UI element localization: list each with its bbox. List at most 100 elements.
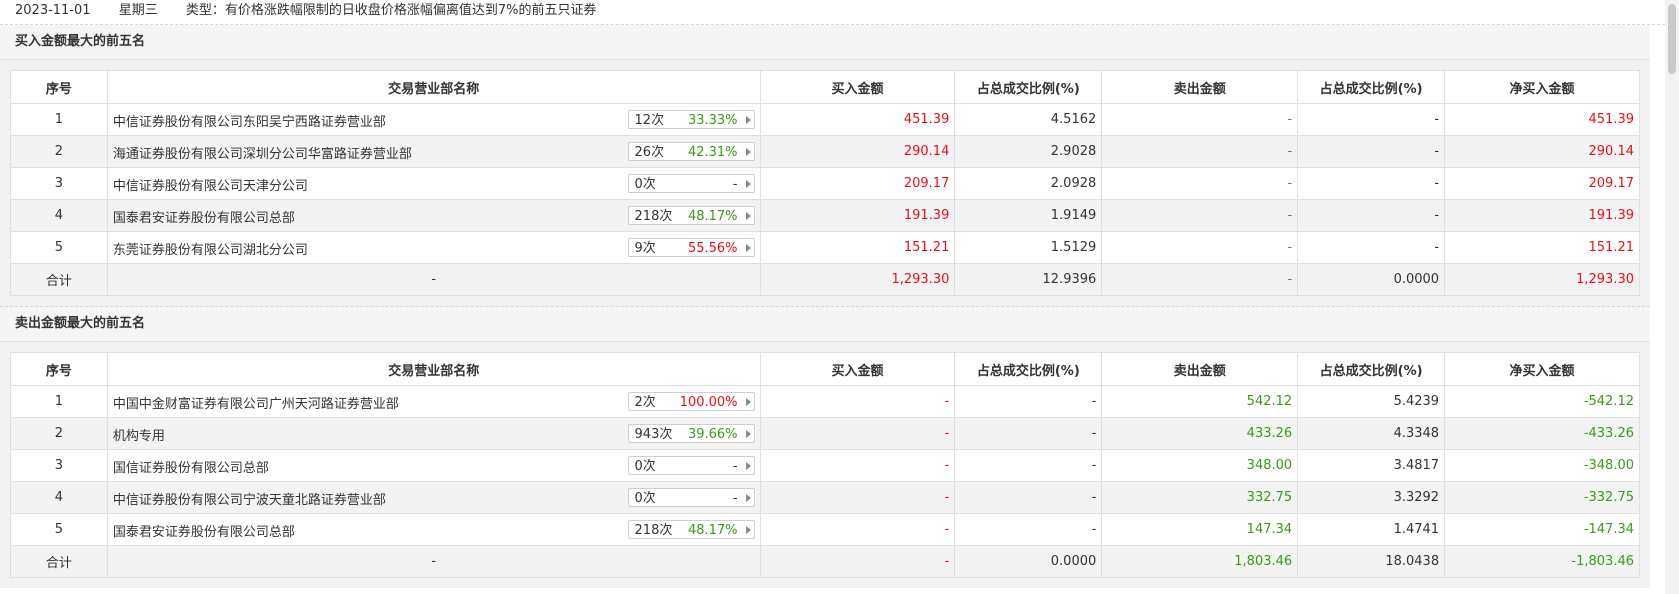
rank-cell: 1 [10, 385, 108, 418]
buy-ratio-cell: 2.9028 [954, 135, 1103, 168]
total-branch-cell: - [106, 545, 761, 578]
branch-cell: 国信证券股份有限公司总部 0次 - [106, 449, 761, 482]
history-rate: 55.56% [687, 241, 738, 256]
buy-ratio-cell: 1.9149 [954, 199, 1103, 232]
rank-cell: 1 [10, 103, 108, 136]
branch-history-dropdown[interactable]: 218次 48.17% [627, 520, 755, 539]
rank-cell: 2 [10, 135, 108, 168]
branch-cell: 海通证券股份有限公司深圳分公司华富路证券营业部 26次 42.31% [106, 135, 761, 168]
net-buy-cell: -348.00 [1444, 449, 1640, 482]
total-sell-amount: 1,803.46 [1101, 545, 1299, 578]
branch-history-dropdown[interactable]: 0次 - [627, 488, 755, 507]
buy-ratio-cell: 4.5162 [954, 103, 1103, 136]
buy-amount-cell: 290.14 [759, 135, 956, 168]
total-net-buy: -1,803.46 [1444, 545, 1640, 578]
total-label: 合计 [10, 263, 108, 296]
sell-ratio-cell: 3.4817 [1297, 449, 1446, 482]
rank-cell: 2 [10, 417, 108, 450]
history-count: 26次 [634, 145, 665, 160]
chevron-right-icon [745, 148, 751, 156]
branch-history-dropdown[interactable]: 943次 39.66% [627, 424, 755, 443]
total-row: 合计 - -0.0000 1,803.46 18.0438 -1,803.46 [10, 545, 1640, 578]
branch-cell: 中国中金财富证券有限公司广州天河路证券营业部 2次 100.00% [106, 385, 761, 418]
scrollbar-thumb[interactable] [1668, 4, 1676, 74]
history-count: 0次 [634, 177, 656, 192]
sell-section-title: 卖出金额最大的前五名 [0, 307, 1650, 342]
buy-ratio-cell: 2.0928 [954, 167, 1103, 200]
branch-cell: 国泰君安证券股份有限公司总部 218次 48.17% [106, 199, 761, 232]
sell-amount-cell: - [1101, 231, 1299, 264]
branch-name: 国信证券股份有限公司总部 [112, 461, 269, 476]
col-header-buy: 买入金额 [759, 352, 956, 386]
col-header-branch: 交易营业部名称 [106, 70, 761, 104]
net-buy-cell: -433.26 [1444, 417, 1640, 450]
table-row: 4 中信证券股份有限公司宁波天童北路证券营业部 0次 - - -332.75 3.3292-… [10, 481, 1640, 514]
branch-cell: 东莞证券股份有限公司湖北分公司 9次 55.56% [106, 231, 761, 264]
branch-name: 中信证券股份有限公司天津分公司 [112, 179, 308, 194]
branch-name: 东莞证券股份有限公司湖北分公司 [112, 243, 308, 258]
branch-history-dropdown[interactable]: 12次 33.33% [627, 110, 755, 129]
total-sell-ratio: 0.0000 [1297, 263, 1446, 296]
rank-cell: 3 [10, 449, 108, 482]
history-rate: 48.17% [687, 523, 738, 538]
total-sell-amount: - [1101, 263, 1299, 296]
branch-history-dropdown[interactable]: 26次 42.31% [627, 142, 755, 161]
rank-cell: 4 [10, 199, 108, 232]
rank-cell: 5 [10, 231, 108, 264]
table-row: 1 中国中金财富证券有限公司广州天河路证券营业部 2次 100.00% - -542.12… [10, 385, 1640, 418]
buy-ratio-cell: - [954, 417, 1103, 450]
buy-amount-cell: - [759, 481, 956, 514]
date-label: 2023-11-01 [15, 3, 91, 18]
chevron-right-icon [745, 494, 751, 502]
history-rate: - [732, 459, 738, 474]
branch-history-dropdown[interactable]: 0次 - [627, 174, 755, 193]
net-buy-cell: -542.12 [1444, 385, 1640, 418]
sell-amount-cell: 332.75 [1101, 481, 1299, 514]
col-header-sell: 卖出金额 [1101, 70, 1299, 104]
branch-cell: 国泰君安证券股份有限公司总部 218次 48.17% [106, 513, 761, 546]
sell-top5-table: 序号 交易营业部名称 买入金额 占总成交比例(%) 卖出金额 占总成交比例(%)… [10, 352, 1640, 578]
table-header-row: 序号 交易营业部名称 买入金额 占总成交比例(%) 卖出金额 占总成交比例(%)… [10, 70, 1640, 104]
buy-amount-cell: - [759, 417, 956, 450]
rank-cell: 5 [10, 513, 108, 546]
branch-history-dropdown[interactable]: 2次 100.00% [627, 392, 755, 411]
chevron-right-icon [745, 430, 751, 438]
buy-amount-cell: 191.39 [759, 199, 956, 232]
history-count: 0次 [634, 491, 656, 506]
branch-history-dropdown[interactable]: 9次 55.56% [627, 238, 755, 257]
buy-amount-cell: - [759, 385, 956, 418]
buy-top5-table: 序号 交易营业部名称 买入金额 占总成交比例(%) 卖出金额 占总成交比例(%)… [10, 70, 1640, 296]
sell-top5-section: 卖出金额最大的前五名 序号 交易营业部名称 买入金额 占总成交比例(%) 卖出金… [0, 306, 1650, 588]
vertical-scrollbar[interactable] [1665, 0, 1679, 594]
chevron-right-icon [745, 398, 751, 406]
branch-history-dropdown[interactable]: 218次 48.17% [627, 206, 755, 225]
chevron-right-icon [745, 462, 751, 470]
total-buy-ratio: 12.9396 [954, 263, 1103, 296]
table-row: 5 国泰君安证券股份有限公司总部 218次 48.17% - -147.34 1.4741-… [10, 513, 1640, 546]
buy-ratio-cell: 1.5129 [954, 231, 1103, 264]
buy-amount-cell: 209.17 [759, 167, 956, 200]
rank-cell: 3 [10, 167, 108, 200]
sell-ratio-cell: 4.3348 [1297, 417, 1446, 450]
sell-ratio-cell: - [1297, 167, 1446, 200]
history-rate: 39.66% [687, 427, 738, 442]
buy-amount-cell: 451.39 [759, 103, 956, 136]
net-buy-cell: -332.75 [1444, 481, 1640, 514]
sell-ratio-cell: - [1297, 199, 1446, 232]
branch-history-dropdown[interactable]: 0次 - [627, 456, 755, 475]
sell-ratio-cell: 1.4741 [1297, 513, 1446, 546]
total-sell-ratio: 18.0438 [1297, 545, 1446, 578]
sell-amount-cell: - [1101, 103, 1299, 136]
history-rate: 33.33% [687, 113, 738, 128]
table-row: 2 海通证券股份有限公司深圳分公司华富路证券营业部 26次 42.31% 290.14 2… [10, 135, 1640, 168]
total-label: 合计 [10, 545, 108, 578]
history-rate: 42.31% [687, 145, 738, 160]
sell-amount-cell: 348.00 [1101, 449, 1299, 482]
branch-name: 国泰君安证券股份有限公司总部 [112, 211, 295, 226]
sell-ratio-cell: 5.4239 [1297, 385, 1446, 418]
table-header-row: 序号 交易营业部名称 买入金额 占总成交比例(%) 卖出金额 占总成交比例(%)… [10, 352, 1640, 386]
table-row: 2 机构专用 943次 39.66% - -433.26 4.3348 -433.26 [10, 417, 1640, 450]
branch-name: 中国中金财富证券有限公司广州天河路证券营业部 [112, 397, 399, 412]
history-rate: 100.00% [679, 395, 738, 410]
net-buy-cell: 451.39 [1444, 103, 1640, 136]
